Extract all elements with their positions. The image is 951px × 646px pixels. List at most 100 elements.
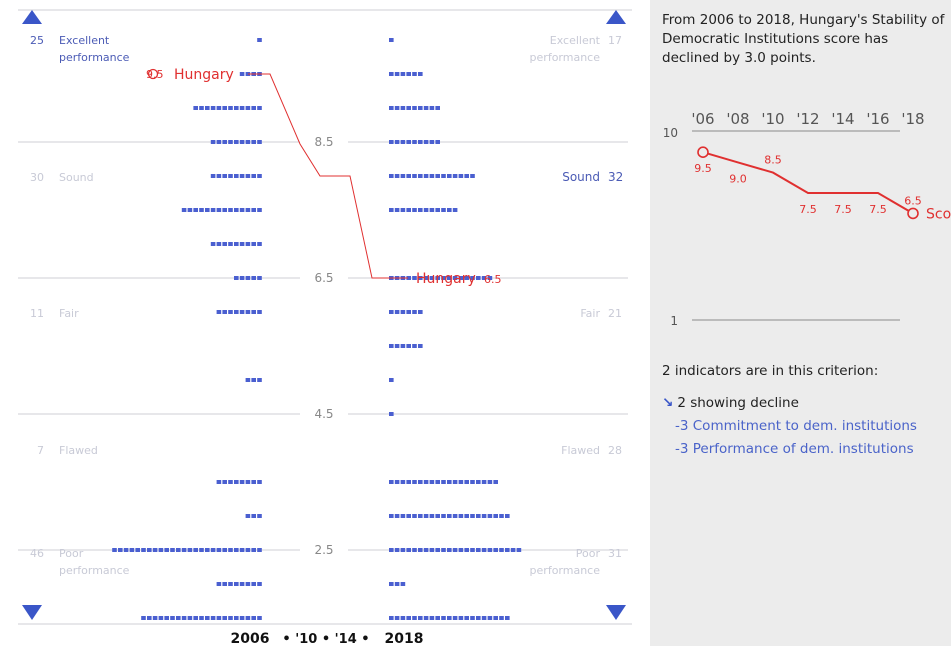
category-name-2006: Excellent xyxy=(59,34,110,47)
bar-2018 xyxy=(429,480,435,484)
bar-2018 xyxy=(389,582,394,586)
bar-2018 xyxy=(464,480,469,484)
scroll-up-right-icon[interactable] xyxy=(606,10,626,24)
bar-2006 xyxy=(257,548,262,552)
bar-2006 xyxy=(257,140,262,144)
mini-series-label: Score xyxy=(926,206,951,222)
bar-2018 xyxy=(418,480,423,484)
bar-2006 xyxy=(245,480,251,484)
bar-2018 xyxy=(412,344,417,348)
bar-2018 xyxy=(406,514,411,518)
bar-2018 xyxy=(487,548,493,552)
bar-2006 xyxy=(118,548,123,552)
bar-2018 xyxy=(400,548,406,552)
bar-2006 xyxy=(158,548,164,552)
bar-2006 xyxy=(176,616,181,620)
bar-2006 xyxy=(210,548,216,552)
bar-2018 xyxy=(418,106,423,110)
year-selector[interactable]: • '10 • '14 • xyxy=(282,632,369,646)
bar-2018 xyxy=(487,514,493,518)
bar-2018 xyxy=(394,140,400,144)
bar-2018 xyxy=(487,480,493,484)
mini-data-label: 8.5 xyxy=(764,154,782,167)
bar-2018 xyxy=(412,616,417,620)
bar-2006 xyxy=(222,616,227,620)
bar-2006 xyxy=(222,106,227,110)
bar-2018 xyxy=(389,344,394,348)
bar-2006 xyxy=(245,310,251,314)
bar-2006 xyxy=(239,106,245,110)
bar-2006 xyxy=(234,276,239,280)
bar-2006 xyxy=(210,242,216,246)
mini-y-tick-label: 10 xyxy=(663,126,678,140)
bar-2006 xyxy=(257,174,262,178)
bar-2006 xyxy=(216,616,222,620)
bar-2006 xyxy=(170,548,175,552)
category-count-2006: 46 xyxy=(30,547,44,560)
bar-2006 xyxy=(187,616,193,620)
bar-2018 xyxy=(406,616,411,620)
category-name-2018: performance xyxy=(530,51,601,64)
category-name-2018: Poor xyxy=(576,547,601,560)
bar-2018 xyxy=(406,72,411,76)
bar-2006 xyxy=(216,242,222,246)
bar-2018 xyxy=(400,344,406,348)
bar-2018 xyxy=(499,548,504,552)
bar-2018 xyxy=(452,208,458,212)
category-count-2006: 25 xyxy=(30,34,44,47)
bar-2018 xyxy=(476,548,481,552)
bar-2006 xyxy=(123,548,129,552)
bar-2018 xyxy=(429,106,435,110)
bar-2006 xyxy=(245,140,251,144)
bar-2006 xyxy=(239,276,245,280)
bar-2018 xyxy=(493,616,498,620)
bar-2006 xyxy=(222,582,227,586)
bar-2018 xyxy=(499,616,504,620)
bar-2018 xyxy=(400,616,406,620)
bar-2006 xyxy=(205,208,210,212)
category-count-2018: 31 xyxy=(608,547,622,560)
bar-2006 xyxy=(228,208,233,212)
bar-2018 xyxy=(481,548,487,552)
bar-2006 xyxy=(216,208,222,212)
bar-2006 xyxy=(216,106,222,110)
indicator-link-commitment[interactable]: -3 Commitment to dem. institutions xyxy=(675,418,917,434)
bar-2018 xyxy=(412,480,417,484)
bar-2006 xyxy=(228,548,233,552)
bar-2006 xyxy=(141,548,146,552)
bar-2006 xyxy=(193,616,198,620)
bar-2006 xyxy=(257,276,262,280)
bar-2018 xyxy=(400,106,406,110)
bar-2018 xyxy=(493,514,498,518)
indicator-link-performance[interactable]: -3 Performance of dem. institutions xyxy=(675,441,914,457)
bar-2018 xyxy=(435,480,440,484)
scroll-down-right-icon[interactable] xyxy=(606,605,626,620)
scroll-up-left-icon[interactable] xyxy=(22,10,42,24)
bar-2006 xyxy=(199,548,204,552)
bar-2006 xyxy=(193,106,198,110)
bar-2006 xyxy=(222,310,227,314)
bar-2018 xyxy=(406,548,411,552)
year-2006-label: 2006 xyxy=(231,631,270,646)
bar-2018 xyxy=(418,616,423,620)
bar-2006 xyxy=(251,616,256,620)
bar-2018 xyxy=(435,106,440,110)
bar-2018 xyxy=(406,140,411,144)
category-count-2018: 32 xyxy=(608,170,623,184)
bar-2006 xyxy=(234,140,239,144)
bar-2018 xyxy=(412,174,417,178)
bar-2018 xyxy=(441,548,446,552)
bar-2006 xyxy=(152,616,158,620)
scroll-down-left-icon[interactable] xyxy=(22,605,42,620)
bar-2018 xyxy=(441,208,446,212)
bar-2018 xyxy=(458,480,464,484)
bar-2018 xyxy=(447,548,452,552)
bar-2006 xyxy=(199,208,204,212)
bar-2006 xyxy=(147,548,152,552)
bar-2018 xyxy=(389,72,394,76)
bar-2018 xyxy=(406,344,411,348)
bar-2018 xyxy=(394,208,400,212)
bar-2006 xyxy=(181,548,187,552)
bar-2018 xyxy=(452,174,458,178)
bar-2006 xyxy=(245,242,251,246)
